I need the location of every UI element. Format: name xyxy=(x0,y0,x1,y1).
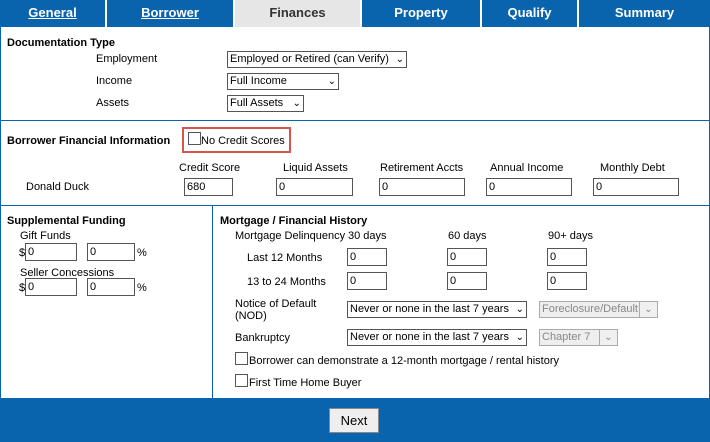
col-annual-income: Annual Income xyxy=(490,162,564,174)
nod-label-sub: (NOD) xyxy=(235,310,267,322)
delinquency-12m-30-input[interactable]: 0 xyxy=(347,248,387,266)
tab-summary[interactable]: Summary xyxy=(579,0,710,27)
gift-funds-label: Gift Funds xyxy=(20,230,71,242)
nod-label: Notice of Default xyxy=(235,298,317,310)
col-liquid-assets: Liquid Assets xyxy=(283,162,348,174)
no-credit-scores-checkbox[interactable] xyxy=(188,132,201,145)
liquid-assets-input[interactable]: 0 xyxy=(276,178,353,196)
tab-finances[interactable]: Finances xyxy=(235,0,362,27)
percent-symbol: % xyxy=(137,247,147,259)
tab-bar: General Borrower Finances Property Quali… xyxy=(0,0,710,27)
rental-history-checkbox[interactable] xyxy=(235,352,248,365)
assets-value: Full Assets xyxy=(230,97,284,109)
col-retirement-accts: Retirement Accts xyxy=(380,162,464,174)
nod-type-value: Foreclosure/Default xyxy=(542,303,638,315)
nod-value: Never or none in the last 7 years xyxy=(350,303,509,315)
nod-type-select: Foreclosure/Default ⌄ xyxy=(539,301,658,318)
last-12-months-label: Last 12 Months xyxy=(247,252,323,264)
delinquency-24m-90-input[interactable]: 0 xyxy=(547,272,587,290)
first-time-buyer-label: First Time Home Buyer xyxy=(249,377,362,389)
income-value: Full Income xyxy=(230,75,287,87)
mortgage-delinquency-label: Mortgage Delinquency xyxy=(235,230,346,242)
chevron-down-icon: ⌄ xyxy=(639,302,657,317)
tab-property[interactable]: Property xyxy=(362,0,482,27)
employment-value: Employed or Retired (can Verify) xyxy=(230,53,389,65)
divider xyxy=(0,120,710,121)
col-90-days: 90+ days xyxy=(548,230,593,242)
next-button[interactable]: Next xyxy=(329,408,379,433)
first-time-buyer-checkbox[interactable] xyxy=(235,374,248,387)
gift-funds-percent-input[interactable]: 0 xyxy=(87,243,135,261)
borrower-financial-title: Borrower Financial Information xyxy=(7,135,171,147)
bankruptcy-type-select: Chapter 7 ⌄ xyxy=(539,329,618,346)
nod-select[interactable]: Never or none in the last 7 years ⌄ xyxy=(347,301,527,318)
rental-history-label: Borrower can demonstrate a 12-month mort… xyxy=(249,355,559,367)
income-select[interactable]: Full Income ⌄ xyxy=(227,73,339,90)
assets-label: Assets xyxy=(96,97,130,109)
col-60-days: 60 days xyxy=(448,230,487,242)
column-divider xyxy=(212,205,213,398)
monthly-debt-input[interactable]: 0 xyxy=(593,178,679,196)
documentation-type-title: Documentation Type xyxy=(7,37,115,49)
chevron-down-icon: ⌄ xyxy=(515,332,524,343)
divider xyxy=(0,205,710,206)
delinquency-24m-60-input[interactable]: 0 xyxy=(447,272,487,290)
income-label: Income xyxy=(96,75,133,87)
delinquency-24m-30-input[interactable]: 0 xyxy=(347,272,387,290)
delinquency-12m-90-input[interactable]: 0 xyxy=(547,248,587,266)
tab-qualify[interactable]: Qualify xyxy=(482,0,579,27)
seller-concessions-percent-input[interactable]: 0 xyxy=(87,278,135,296)
assets-select[interactable]: Full Assets ⌄ xyxy=(227,95,304,112)
no-credit-scores-label: No Credit Scores xyxy=(201,135,285,147)
delinquency-12m-60-input[interactable]: 0 xyxy=(447,248,487,266)
col-credit-score: Credit Score xyxy=(179,162,241,174)
chevron-down-icon: ⌄ xyxy=(515,304,524,315)
bankruptcy-type-value: Chapter 7 xyxy=(542,331,591,343)
col-30-days: 30 days xyxy=(348,230,387,242)
chevron-down-icon: ⌄ xyxy=(292,98,301,109)
percent-symbol: % xyxy=(137,282,147,294)
bankruptcy-value: Never or none in the last 7 years xyxy=(350,331,509,343)
credit-score-input[interactable]: 680 xyxy=(184,178,233,196)
employment-select[interactable]: Employed or Retired (can Verify) ⌄ xyxy=(227,51,407,68)
tab-borrower[interactable]: Borrower xyxy=(107,0,235,27)
gift-funds-amount-input[interactable]: 0 xyxy=(25,243,77,261)
mortgage-history-title: Mortgage / Financial History xyxy=(220,215,368,227)
chevron-down-icon: ⌄ xyxy=(395,54,404,65)
bankruptcy-label: Bankruptcy xyxy=(235,332,291,344)
col-monthly-debt: Monthly Debt xyxy=(600,162,665,174)
borrower-name: Donald Duck xyxy=(26,181,89,193)
supplemental-funding-title: Supplemental Funding xyxy=(7,215,126,227)
13-to-24-months-label: 13 to 24 Months xyxy=(247,276,326,288)
seller-concessions-amount-input[interactable]: 0 xyxy=(25,278,77,296)
chevron-down-icon: ⌄ xyxy=(599,330,617,345)
retirement-accts-input[interactable]: 0 xyxy=(379,178,465,196)
bankruptcy-select[interactable]: Never or none in the last 7 years ⌄ xyxy=(347,329,527,346)
annual-income-input[interactable]: 0 xyxy=(486,178,572,196)
employment-label: Employment xyxy=(96,53,158,65)
tab-general[interactable]: General xyxy=(0,0,107,27)
chevron-down-icon: ⌄ xyxy=(327,76,336,87)
